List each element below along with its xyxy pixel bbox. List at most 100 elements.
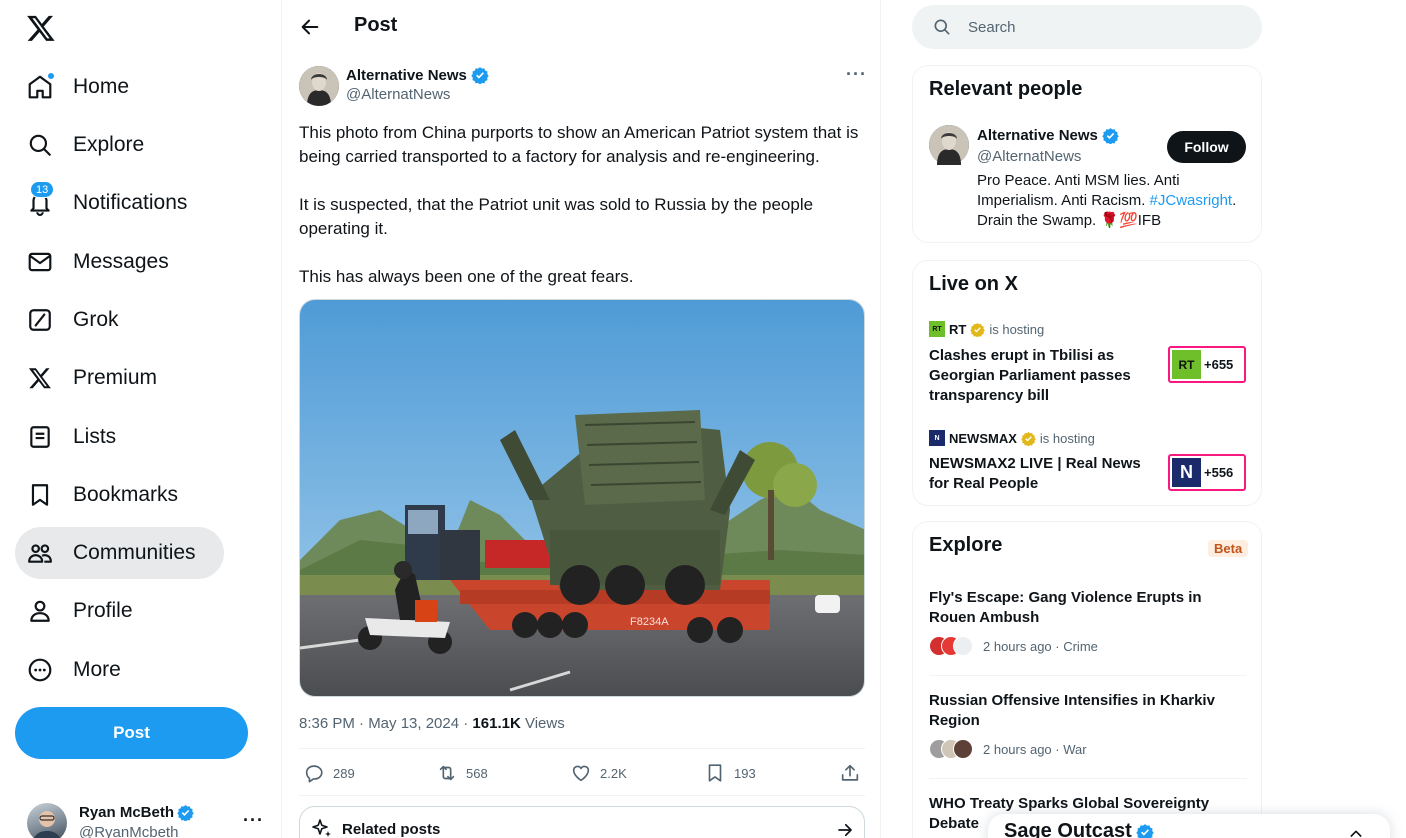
rt-logo: RT: [1172, 350, 1201, 379]
views-count: 161.1K: [472, 715, 521, 732]
messages-drawer[interactable]: Sage Outcast: [988, 814, 1390, 838]
search-box: [912, 5, 1262, 49]
author-handle[interactable]: @AlternatNews: [346, 86, 450, 103]
nav-label: Premium: [73, 366, 158, 389]
x-logo-icon[interactable]: [26, 13, 56, 43]
trend-item[interactable]: Fly's Escape: Gang Violence Erupts in Ro…: [929, 588, 1247, 656]
relevant-people-card: Relevant people Alternative News @Altern…: [912, 65, 1262, 243]
list-icon: [27, 424, 53, 450]
drawer-title: Sage Outcast: [1004, 820, 1154, 838]
tweet-photo[interactable]: F8234A: [299, 299, 865, 697]
nav-label: Home: [73, 75, 130, 98]
verified-badge-icon: [471, 67, 489, 84]
more-circle-icon: [27, 657, 53, 683]
nav-more[interactable]: More: [15, 644, 135, 696]
live-title[interactable]: Clashes erupt in Tbilisi as Georgian Par…: [929, 346, 1149, 406]
verified-gold-badge-icon: [970, 322, 986, 337]
live-host[interactable]: RT RT is hosting: [929, 321, 1044, 337]
nav-communities[interactable]: Communities: [15, 527, 224, 579]
divider: [929, 675, 1247, 676]
search-input[interactable]: [968, 5, 1248, 49]
more-dots-icon[interactable]: ···: [243, 810, 264, 831]
more-dots-icon[interactable]: ···: [846, 64, 867, 85]
back-arrow-icon[interactable]: [299, 16, 321, 38]
bookmark-icon: [708, 764, 722, 782]
share-icon: [841, 764, 859, 781]
beta-badge: Beta: [1208, 540, 1249, 557]
listener-count: +556: [1204, 465, 1234, 480]
source-avatars: [929, 739, 973, 759]
follow-button[interactable]: Follow: [1167, 131, 1246, 163]
nav-label: Grok: [73, 308, 119, 331]
nav-home[interactable]: Home: [15, 61, 143, 113]
views-label: Views: [520, 715, 565, 732]
divider: [299, 795, 865, 796]
nav-label: Bookmarks: [73, 483, 179, 506]
repost-icon: [439, 765, 455, 781]
trend-item[interactable]: Russian Offensive Intensifies in Kharkiv…: [929, 691, 1247, 759]
reply-button[interactable]: 289: [303, 762, 355, 784]
live-on-x-card: Live on X RT RT is hosting Clashes erupt…: [912, 260, 1262, 506]
nav-grok[interactable]: Grok: [15, 294, 133, 346]
avatar: [27, 803, 67, 838]
hashtag-link[interactable]: #JCwasright: [1150, 192, 1233, 209]
nav-bookmarks[interactable]: Bookmarks: [15, 469, 192, 521]
live-title[interactable]: NEWSMAX2 LIVE | Real News for Real Peopl…: [929, 454, 1149, 494]
like-count: 2.2K: [600, 765, 627, 781]
chevron-up-icon[interactable]: [1348, 826, 1364, 838]
card-title: Live on X: [929, 273, 1018, 295]
heart-icon: [572, 765, 590, 782]
nav-profile[interactable]: Profile: [15, 585, 147, 637]
nav-premium[interactable]: Premium: [15, 352, 171, 404]
repost-button[interactable]: 568: [436, 762, 488, 784]
divider: [929, 778, 1247, 779]
live-host[interactable]: N NEWSMAX is hosting: [929, 430, 1095, 446]
reply-count: 289: [333, 765, 355, 781]
author-name[interactable]: Alternative News: [346, 66, 489, 84]
avatar[interactable]: [299, 66, 339, 106]
nav-notifications[interactable]: 13 Notifications: [15, 177, 201, 229]
hosting-label: is hosting: [1039, 430, 1095, 446]
trend-meta: 2 hours ago · War: [929, 739, 1247, 759]
drawer-name: Sage Outcast: [1004, 820, 1132, 838]
nav-messages[interactable]: Messages: [15, 236, 183, 288]
repost-count: 568: [466, 765, 488, 781]
bookmark-button[interactable]: 193: [704, 762, 756, 784]
explore-card: Explore Beta Fly's Escape: Gang Violence…: [912, 521, 1262, 838]
like-button[interactable]: 2.2K: [570, 762, 627, 784]
nav-label: Notifications: [73, 191, 188, 214]
live-thumbnail[interactable]: RT +655: [1168, 346, 1246, 383]
person-icon: [27, 598, 53, 624]
nav-label: Communities: [73, 541, 196, 564]
account-switcher[interactable]: Ryan McBeth @RyanMcbeth ···: [27, 800, 267, 838]
nav-label: Messages: [73, 250, 169, 273]
avatar[interactable]: [929, 125, 969, 165]
card-title: Explore: [929, 534, 1003, 556]
rt-logo: RT: [929, 321, 945, 337]
bookmark-icon: [27, 482, 53, 508]
nav-lists[interactable]: Lists: [15, 411, 130, 463]
related-posts[interactable]: Related posts: [299, 806, 865, 838]
account-name-text: Ryan McBeth: [79, 804, 175, 821]
person-bio: Pro Peace. Anti MSM lies. Anti Imperiali…: [977, 171, 1249, 231]
person-name[interactable]: Alternative News: [977, 127, 1119, 144]
live-thumbnail[interactable]: N +556: [1168, 454, 1246, 491]
tweet-timestamp[interactable]: 8:36 PM · May 13, 2024 ·: [299, 715, 472, 732]
card-title: Relevant people: [929, 78, 1083, 100]
notification-badge: 13: [30, 181, 55, 198]
verified-gold-badge-icon: [1021, 431, 1036, 446]
host-name: RT: [949, 321, 967, 337]
listener-count: +655: [1204, 357, 1234, 372]
grok-icon: [27, 307, 53, 333]
post-button[interactable]: Post: [15, 707, 248, 759]
person-handle[interactable]: @AlternatNews: [977, 148, 1081, 165]
trend-meta-text: 2 hours ago · Crime: [983, 638, 1098, 654]
nav-explore[interactable]: Explore: [15, 119, 158, 171]
author-name-text: Alternative News: [346, 66, 467, 84]
share-button[interactable]: [839, 762, 861, 784]
arrow-right-icon: [836, 821, 854, 838]
unread-dot: [47, 72, 55, 80]
main-column: Post Alternative News @AlternatNews ··· …: [283, 0, 881, 838]
newsmax-logo: N: [1172, 458, 1201, 487]
nav-label: Profile: [73, 599, 133, 622]
